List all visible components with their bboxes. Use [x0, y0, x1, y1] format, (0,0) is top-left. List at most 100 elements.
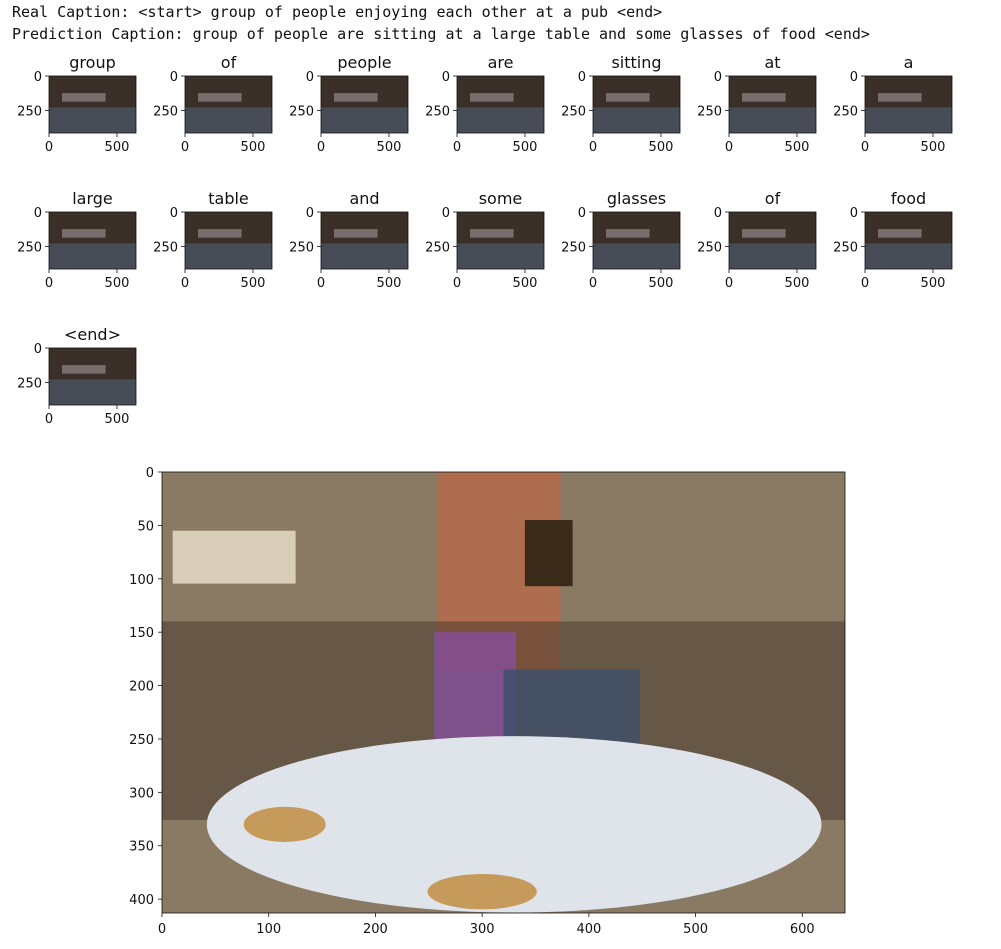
wall-frame [172, 530, 296, 584]
y-tick-label: 250 [153, 105, 178, 120]
attention-highlight [742, 229, 786, 238]
main-y-tick-label: 200 [129, 680, 154, 695]
main-y-tick-label: 0 [146, 466, 154, 481]
subplot-title: and [349, 189, 379, 208]
subplot-title: table [208, 189, 249, 208]
x-tick-label: 500 [377, 140, 402, 155]
attention-highlight [198, 93, 242, 102]
x-tick-label: 500 [785, 276, 810, 291]
attention-highlight [62, 229, 106, 238]
attention-subplot: and 0 250 0 500 [289, 189, 409, 291]
table-region [593, 243, 680, 269]
table-region [185, 243, 272, 269]
subplot-title: of [765, 189, 781, 208]
x-tick-label: 0 [181, 276, 189, 291]
table-region [321, 107, 408, 133]
main-x-tick-label: 600 [790, 922, 815, 937]
y-tick-label: 0 [714, 206, 722, 221]
subplot-title: sitting [611, 53, 661, 72]
table-region [49, 243, 136, 269]
main-x-tick-label: 200 [363, 922, 388, 937]
y-tick-label: 250 [153, 241, 178, 256]
y-tick-label: 0 [850, 206, 858, 221]
x-tick-label: 0 [45, 276, 53, 291]
subplot-title: glasses [607, 189, 666, 208]
attention-subplot: people 0 250 0 500 [289, 53, 409, 155]
y-tick-label: 0 [714, 70, 722, 85]
subplot-title: <end> [64, 325, 121, 344]
bread-basket [427, 874, 537, 910]
table-region [865, 107, 952, 133]
x-tick-label: 500 [649, 276, 674, 291]
y-tick-label: 250 [17, 105, 42, 120]
y-tick-label: 250 [833, 241, 858, 256]
x-tick-label: 0 [725, 276, 733, 291]
y-tick-label: 0 [442, 70, 450, 85]
y-tick-label: 250 [289, 105, 314, 120]
y-tick-label: 0 [170, 70, 178, 85]
main-x-tick-label: 300 [470, 922, 495, 937]
y-tick-label: 250 [833, 105, 858, 120]
attention-highlight [198, 229, 242, 238]
subplot-title: group [69, 53, 115, 72]
attention-highlight [878, 93, 922, 102]
attention-subplot: glasses 0 250 0 500 [561, 189, 681, 291]
main-y-tick-label: 150 [129, 626, 154, 641]
attention-subplot: sitting 0 250 0 500 [561, 53, 681, 155]
table-region [593, 107, 680, 133]
x-tick-label: 0 [725, 140, 733, 155]
x-tick-label: 0 [589, 140, 597, 155]
x-tick-label: 0 [861, 140, 869, 155]
y-tick-label: 0 [34, 70, 42, 85]
wall-painting [524, 520, 573, 587]
y-tick-label: 0 [170, 206, 178, 221]
x-tick-label: 0 [181, 140, 189, 155]
main-x-tick-label: 100 [256, 922, 281, 937]
x-tick-label: 500 [105, 276, 130, 291]
attention-subplot: some 0 250 0 500 [425, 189, 545, 291]
table-region [865, 243, 952, 269]
y-tick-label: 0 [34, 206, 42, 221]
attention-subplot: group 0 250 0 500 [17, 53, 137, 155]
subplot-title: food [891, 189, 926, 208]
y-tick-label: 0 [306, 70, 314, 85]
y-tick-label: 250 [697, 241, 722, 256]
table-region [457, 243, 544, 269]
x-tick-label: 500 [513, 140, 538, 155]
attention-subplot: at 0 250 0 500 [697, 53, 817, 155]
x-tick-label: 500 [105, 140, 130, 155]
bread-basket [243, 806, 326, 843]
main-x-tick-label: 500 [683, 922, 708, 937]
x-tick-label: 0 [453, 276, 461, 291]
x-tick-label: 0 [317, 276, 325, 291]
y-tick-label: 0 [850, 70, 858, 85]
y-tick-label: 0 [578, 206, 586, 221]
figure-canvas: group02500 500of02500 500people02500 500are… [17, 53, 953, 937]
main-y-tick-label: 400 [129, 893, 154, 908]
attention-subplot: food 0 250 0 500 [833, 189, 953, 291]
attention-subplot: of 0 250 0 500 [153, 53, 273, 155]
attention-highlight [62, 93, 106, 102]
subplot-title: are [488, 53, 514, 72]
attention-highlight [606, 93, 650, 102]
x-tick-label: 500 [513, 276, 538, 291]
subplot-title: some [479, 189, 523, 208]
y-tick-label: 250 [17, 377, 42, 392]
attention-subplot: of 0 250 0 500 [697, 189, 817, 291]
attention-highlight [334, 229, 378, 238]
table-region [49, 379, 136, 405]
y-tick-label: 0 [442, 206, 450, 221]
table-region [457, 107, 544, 133]
table-region [49, 107, 136, 133]
table-region [729, 243, 816, 269]
table-region [729, 107, 816, 133]
main-y-tick-label: 100 [129, 573, 154, 588]
main-y-tick-label: 300 [129, 786, 154, 801]
table-region [321, 243, 408, 269]
x-tick-label: 0 [45, 412, 53, 427]
subplot-title: at [764, 53, 780, 72]
y-tick-label: 250 [561, 241, 586, 256]
x-tick-label: 500 [241, 276, 266, 291]
x-tick-label: 500 [377, 276, 402, 291]
x-tick-label: 500 [105, 412, 130, 427]
